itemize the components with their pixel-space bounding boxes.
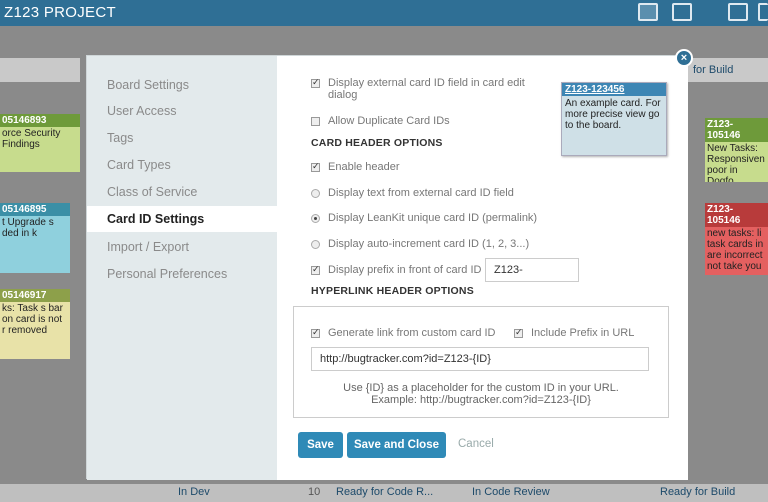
generate-link-checkbox[interactable] — [311, 327, 320, 338]
option-display-external[interactable]: Display external card ID field in card e… — [311, 77, 541, 101]
sidebar-item-tags[interactable]: Tags — [107, 131, 133, 145]
url-example: Example: http://bugtracker.com?id=Z123-{… — [371, 394, 591, 406]
card-text: t Upgrade s ded in k — [2, 217, 54, 239]
option-allow-duplicate[interactable]: Allow Duplicate Card IDs — [311, 115, 450, 127]
option-radio-unique[interactable]: Display LeanKit unique card ID (permalin… — [311, 212, 537, 224]
card-id: Z123-105146 — [705, 203, 768, 227]
card-text: ks: Task s bar on card is not r removed — [2, 303, 63, 336]
option-label: Display auto-increment card ID (1, 2, 3.… — [328, 238, 530, 250]
sample-card-text: An example card. For more precise view g… — [565, 98, 661, 131]
save-button[interactable]: Save — [298, 432, 343, 458]
top-bar: Z123 PROJECT — [0, 0, 768, 26]
project-title: Z123 PROJECT — [4, 4, 116, 21]
option-label: Display text from external card ID field — [328, 187, 514, 199]
sidebar-item-personal-preferences[interactable]: Personal Preferences — [107, 267, 227, 281]
sidebar-item-user-access[interactable]: User Access — [107, 104, 176, 118]
hyperlink-heading: HYPERLINK HEADER OPTIONS — [311, 285, 474, 297]
settings-content: Display external card ID field in card e… — [277, 56, 688, 480]
option-label: Display prefix in front of card ID — [328, 264, 482, 276]
card-header-heading: CARD HEADER OPTIONS — [311, 137, 443, 149]
include-prefix-checkbox[interactable] — [514, 327, 523, 338]
card-text: new tasks: li task cards in are incorrec… — [707, 228, 764, 272]
option-label: Allow Duplicate Card IDs — [328, 115, 450, 127]
sample-card-preview: Z123-123456 An example card. For more pr… — [561, 82, 667, 156]
more-icon[interactable] — [758, 3, 768, 21]
board-card[interactable]: Z123-105146 new tasks: li task cards in … — [705, 203, 768, 275]
url-hint: Use {ID} as a placeholder for the custom… — [343, 382, 619, 394]
close-icon[interactable]: × — [675, 49, 693, 67]
calendar-icon[interactable] — [672, 3, 692, 21]
lane-label: for Build — [693, 64, 734, 76]
board-card[interactable]: 05146893 orce Security Findings — [0, 114, 80, 172]
sidebar-item-class-of-service[interactable]: Class of Service — [107, 185, 197, 199]
option-prefix[interactable]: Display prefix in front of card ID — [311, 264, 481, 276]
board-card[interactable]: Z123-105146 New Tasks: Responsiven poor … — [705, 118, 768, 182]
settings-modal: Board Settings User Access Tags Card Typ… — [86, 55, 688, 480]
card-id: Z123-105146 — [705, 118, 768, 142]
sample-card-id: Z123-123456 — [562, 83, 666, 96]
option-label: Generate link from custom card ID — [328, 327, 496, 339]
add-card-icon[interactable] — [728, 3, 748, 21]
lane-header-left — [0, 58, 80, 82]
radio-increment-button[interactable] — [311, 240, 320, 249]
radio-unique-button[interactable] — [311, 214, 320, 223]
card-text: orce Security Findings — [2, 128, 61, 150]
lane-ready-for-build: Ready for Build — [660, 486, 736, 498]
display-external-checkbox[interactable] — [311, 77, 320, 88]
board-view-icon[interactable] — [638, 3, 658, 21]
card-id: 05146917 — [0, 289, 70, 302]
bottom-lane-bar: In Dev 10 Ready for Code R... In Code Re… — [0, 484, 768, 502]
lane-in-dev: In Dev — [178, 486, 210, 498]
enable-header-checkbox[interactable] — [311, 161, 320, 172]
option-label: Enable header — [328, 161, 400, 173]
board-card[interactable]: 05146917 ks: Task s bar on card is not r… — [0, 289, 70, 359]
board-card[interactable]: 05146895 t Upgrade s ded in k — [0, 203, 70, 273]
lane-in-code-review: In Code Review — [472, 486, 550, 498]
lane-header-right: for Build — [687, 58, 768, 82]
option-generate-link[interactable]: Generate link from custom card ID — [311, 327, 496, 339]
option-radio-increment[interactable]: Display auto-increment card ID (1, 2, 3.… — [311, 238, 529, 250]
option-radio-external[interactable]: Display text from external card ID field — [311, 187, 514, 199]
option-label: Display external card ID field in card e… — [328, 77, 525, 101]
option-include-prefix[interactable]: Include Prefix in URL — [514, 327, 634, 339]
option-enable-header[interactable]: Enable header — [311, 161, 400, 173]
radio-external-button[interactable] — [311, 189, 320, 198]
lane-count: 10 — [308, 486, 321, 498]
settings-sidebar: Board Settings User Access Tags Card Typ… — [87, 56, 277, 480]
option-label: Display LeanKit unique card ID (permalin… — [328, 212, 538, 224]
save-and-close-button[interactable]: Save and Close — [347, 432, 446, 458]
lane-ready-code-review: Ready for Code R... — [336, 486, 434, 498]
option-label: Include Prefix in URL — [531, 327, 635, 339]
allow-duplicate-checkbox[interactable] — [311, 117, 320, 126]
card-id: 05146893 — [0, 114, 80, 127]
url-input[interactable]: http://bugtracker.com?id=Z123-{ID} — [311, 347, 649, 371]
prefix-checkbox[interactable] — [311, 264, 320, 275]
prefix-input[interactable]: Z123- — [485, 258, 579, 282]
sidebar-item-board-settings[interactable]: Board Settings — [107, 78, 189, 92]
cancel-button[interactable]: Cancel — [458, 438, 494, 450]
sidebar-item-card-types[interactable]: Card Types — [107, 158, 171, 172]
card-id: 05146895 — [0, 203, 70, 216]
sidebar-item-card-id-settings[interactable]: Card ID Settings — [87, 206, 277, 232]
card-text: New Tasks: Responsiven poor in Dogfo — [707, 143, 765, 182]
sidebar-item-import-export[interactable]: Import / Export — [107, 240, 189, 254]
